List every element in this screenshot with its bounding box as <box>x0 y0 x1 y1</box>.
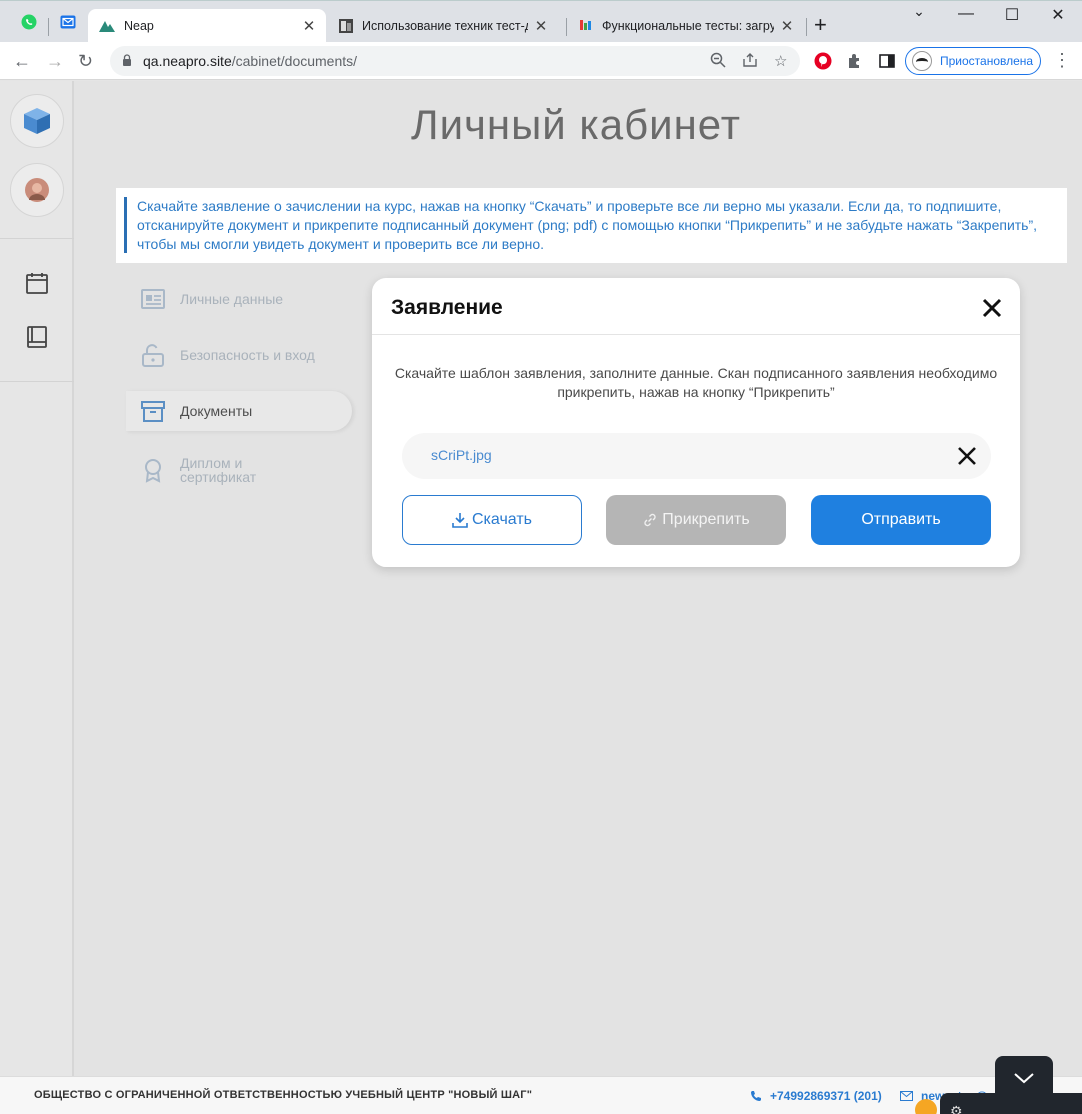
attach-button[interactable]: Прикрепить <box>606 495 786 545</box>
avatar <box>25 178 49 202</box>
chat-collapse-button[interactable] <box>995 1056 1053 1100</box>
left-rail <box>0 81 74 1076</box>
new-tab-button[interactable]: + <box>814 14 827 36</box>
tab-neap[interactable]: Neap ✕ <box>88 9 326 43</box>
reload-icon[interactable]: ↻ <box>78 51 93 71</box>
address-bar[interactable]: qa.neapro.site/cabinet/documents/ ☆ <box>110 46 800 76</box>
footer-phone-link[interactable]: +74992869371 (201) <box>750 1089 882 1103</box>
site-favicon-icon <box>339 19 353 33</box>
phone-icon <box>751 1091 761 1101</box>
calendar-icon[interactable] <box>25 271 49 295</box>
profile-status-label: Приостановлена <box>940 54 1034 68</box>
footer-phone-text: +74992869371 (201) <box>770 1089 882 1103</box>
download-icon <box>452 513 468 528</box>
link-icon <box>644 513 656 527</box>
extensions-puzzle-icon[interactable] <box>846 52 864 70</box>
download-button[interactable]: Скачать <box>402 495 582 545</box>
profile-avatar <box>912 51 932 71</box>
forward-arrow-icon[interactable]: → <box>46 51 64 71</box>
tab-search-icon[interactable]: ⌄ <box>896 3 942 20</box>
modal-title: Заявление <box>391 296 503 319</box>
book-icon[interactable] <box>25 325 49 349</box>
whatsapp-pinned-tab[interactable] <box>16 9 42 35</box>
tab-functional-tests[interactable]: Функциональные тесты: загрузк ✕ <box>568 9 804 43</box>
application-modal: Заявление Скачайте шаблон заявления, зап… <box>372 278 1020 567</box>
attach-button-label: Прикрепить <box>662 511 750 528</box>
cart-icon[interactable] <box>915 1099 937 1114</box>
menu-item-label: Документы <box>180 403 253 419</box>
zoom-icon[interactable] <box>710 52 726 72</box>
notice-text: Скачайте заявление о зачислении на курс,… <box>137 198 1038 252</box>
browser-tabbar: Neap ✕ Использование техник тест-диз ✕ Ф… <box>0 0 1082 43</box>
tab-test-design[interactable]: Использование техник тест-диз ✕ <box>328 9 558 43</box>
logo-button[interactable] <box>10 94 64 148</box>
pinterest-icon[interactable] <box>814 52 832 70</box>
url-host: qa.neapro.site <box>143 53 232 69</box>
send-button-label: Отправить <box>861 511 941 528</box>
remove-file-icon[interactable] <box>956 445 978 467</box>
cube-logo-icon <box>24 108 50 134</box>
whatsapp-icon <box>21 14 37 30</box>
notice-accent-bar <box>124 197 127 253</box>
maximize-button[interactable]: ☐ <box>989 5 1035 25</box>
chart-favicon-icon <box>580 20 591 30</box>
send-button[interactable]: Отправить <box>811 495 991 545</box>
menu-item-label: Диплом и сертификат <box>180 455 257 485</box>
attached-file-name[interactable]: sCriPt.jpg <box>431 447 492 463</box>
download-button-label: Скачать <box>472 511 532 528</box>
profile-button[interactable]: Приостановлена <box>905 47 1041 75</box>
attached-file-row: sCriPt.jpg <box>402 433 991 479</box>
chevron-down-icon <box>1014 1073 1034 1084</box>
tab-close-icon[interactable]: ✕ <box>534 17 548 35</box>
tab-close-icon[interactable]: ✕ <box>302 17 316 35</box>
bookmark-star-icon[interactable]: ☆ <box>774 52 787 70</box>
user-avatar-button[interactable] <box>10 163 64 217</box>
footer-company-name: ОБЩЕСТВО С ОГРАНИЧЕННОЙ ОТВЕТСТВЕННОСТЬЮ… <box>34 1089 533 1101</box>
menu-item-documents[interactable]: Документы <box>126 391 352 431</box>
url-path: /cabinet/documents/ <box>231 53 358 69</box>
menu-item-personal-data[interactable]: Личные данные <box>126 279 352 319</box>
page-content: Личный кабинет Скачайте заявление о зачи… <box>0 81 1082 1114</box>
neap-favicon-icon <box>99 21 115 32</box>
modal-description: Скачайте шаблон заявления, заполните дан… <box>394 365 998 400</box>
page-title: Личный кабинет <box>411 101 741 148</box>
modal-divider <box>372 334 1020 335</box>
lock-icon <box>123 54 131 66</box>
back-arrow-icon[interactable]: ← <box>13 51 31 71</box>
tab-title: Функциональные тесты: загрузк <box>602 19 774 33</box>
menu-item-security[interactable]: Безопасность и вход <box>126 335 352 375</box>
close-icon[interactable] <box>980 296 1004 320</box>
minimize-button[interactable]: — <box>943 5 989 23</box>
tab-title: Использование техник тест-диз <box>362 19 528 33</box>
tab-close-icon[interactable]: ✕ <box>780 17 794 35</box>
share-icon[interactable] <box>742 52 758 72</box>
lock-icon <box>142 344 164 367</box>
id-card-icon <box>141 289 165 309</box>
menu-item-label: Личные данные <box>180 291 284 307</box>
mail-pinned-tab[interactable] <box>55 9 81 35</box>
browser-toolbar: ← → ↻ qa.neapro.site/cabinet/documents/ … <box>0 42 1082 80</box>
award-icon <box>145 459 161 483</box>
envelope-icon <box>900 1091 913 1101</box>
tab-title: Neap <box>124 19 154 33</box>
url-text: qa.neapro.site/cabinet/documents/ <box>143 53 357 69</box>
gear-icon[interactable]: ⚙ <box>950 1103 963 1114</box>
side-panel-icon[interactable] <box>878 52 896 70</box>
archive-icon <box>141 401 165 422</box>
instruction-notice: Скачайте заявление о зачислении на курс,… <box>116 188 1067 263</box>
menu-item-diploma[interactable]: Диплом и сертификат <box>126 447 352 493</box>
menu-item-label: Безопасность и вход <box>180 347 315 363</box>
mail-icon <box>60 15 76 29</box>
close-window-button[interactable]: ✕ <box>1035 5 1081 25</box>
browser-menu-icon[interactable]: ⋮ <box>1053 50 1071 71</box>
